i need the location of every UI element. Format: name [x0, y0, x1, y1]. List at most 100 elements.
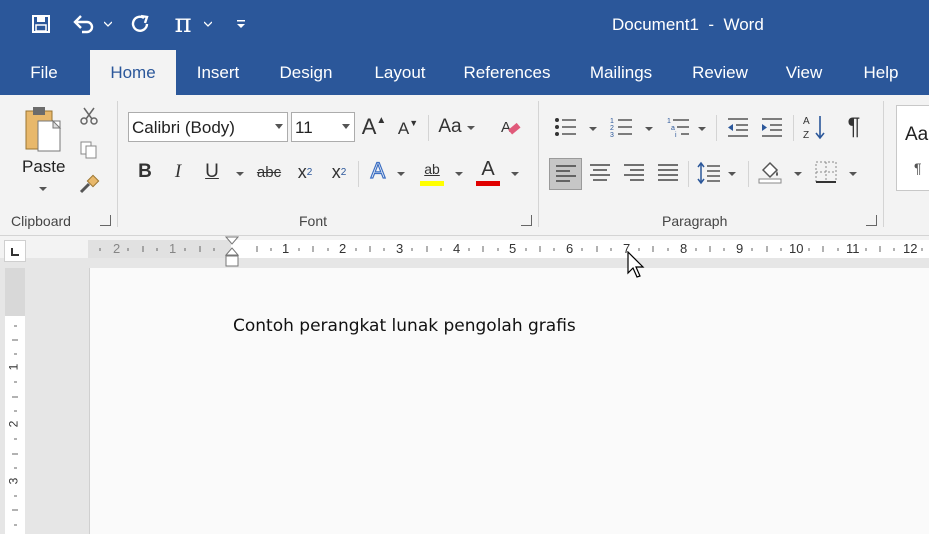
tab-view[interactable]: View	[776, 50, 832, 95]
cut-icon[interactable]	[78, 105, 100, 127]
font-color-dropdown-icon[interactable]	[511, 172, 519, 176]
increase-indent-icon[interactable]	[760, 115, 784, 139]
clear-formatting-icon[interactable]: A	[498, 115, 524, 141]
customize-qat-icon[interactable]	[233, 10, 249, 38]
tab-stop-icon-base	[11, 254, 19, 256]
undo-dropdown-icon[interactable]	[101, 10, 115, 38]
shrink-font-icon: A	[397, 119, 410, 138]
svg-text:Z: Z	[803, 130, 809, 141]
vertical-ruler-ticks	[12, 325, 18, 526]
divider	[793, 115, 794, 141]
italic-button[interactable]: I	[168, 159, 188, 185]
text-effects-button[interactable]: A	[366, 157, 390, 185]
font-size-value: 11	[295, 118, 313, 137]
bold-button[interactable]: B	[134, 159, 156, 185]
styles-gallery[interactable]: Aa ¶	[896, 105, 929, 191]
numbering-dropdown-icon[interactable]	[645, 127, 653, 131]
subscript-x: x	[297, 161, 307, 182]
svg-text:2: 2	[610, 125, 614, 132]
tab-insert[interactable]: Insert	[186, 50, 250, 95]
redo-icon[interactable]	[126, 10, 154, 38]
multilevel-dropdown-icon[interactable]	[698, 127, 706, 131]
undo-icon[interactable]	[70, 10, 98, 38]
change-case-dropdown-icon[interactable]	[467, 126, 475, 130]
line-spacing-dropdown-icon[interactable]	[728, 172, 736, 176]
font-name-value: Calibri (Body)	[132, 118, 235, 137]
paste-icon[interactable]	[18, 103, 68, 159]
align-left-button[interactable]	[549, 158, 582, 190]
ruler-ticks	[99, 246, 923, 252]
svg-text:A: A	[803, 116, 810, 127]
copy-icon[interactable]	[78, 139, 100, 161]
svg-text:a: a	[671, 125, 675, 132]
font-color-swatch	[476, 181, 500, 186]
group-divider	[117, 101, 118, 227]
tab-help[interactable]: Help	[852, 50, 910, 95]
divider	[716, 115, 717, 141]
underline-button[interactable]: U	[201, 159, 223, 185]
text-effects-dropdown-icon[interactable]	[397, 172, 405, 176]
svg-text:3: 3	[610, 132, 614, 138]
grow-font-button[interactable]: A ▲	[361, 113, 387, 141]
change-case-button[interactable]: Aa	[436, 115, 464, 139]
font-size-combo[interactable]: 11	[291, 112, 355, 142]
bullets-dropdown-icon[interactable]	[589, 127, 597, 131]
equation-dropdown-icon[interactable]	[201, 10, 215, 38]
font-color-button[interactable]: A	[476, 157, 500, 181]
font-group-label: Font	[299, 213, 328, 229]
save-icon[interactable]	[28, 10, 54, 38]
tab-review[interactable]: Review	[683, 50, 757, 95]
tab-references[interactable]: References	[456, 50, 558, 95]
borders-dropdown-icon[interactable]	[849, 172, 857, 176]
style-pilcrow: ¶	[914, 160, 922, 176]
numbering-icon[interactable]: 123	[609, 115, 635, 139]
superscript-button[interactable]: x2	[326, 159, 352, 185]
format-painter-icon[interactable]	[78, 173, 102, 195]
superscript-x: x	[331, 161, 341, 182]
grow-font-icon: A	[361, 114, 377, 139]
indent-markers[interactable]	[224, 236, 240, 268]
tab-home[interactable]: Home	[90, 50, 176, 95]
underline-dropdown-icon[interactable]	[236, 172, 244, 176]
align-right-button[interactable]	[622, 159, 646, 187]
multilevel-list-icon[interactable]: 1ai	[666, 115, 692, 139]
clipboard-group-label: Clipboard	[11, 213, 71, 229]
subscript-button[interactable]: x2	[292, 159, 318, 185]
sort-icon[interactable]: AZ	[803, 113, 827, 141]
align-center-button[interactable]	[588, 159, 612, 187]
shading-dropdown-icon[interactable]	[794, 172, 802, 176]
bullets-icon[interactable]	[553, 115, 579, 139]
font-launcher-icon[interactable]	[521, 215, 532, 226]
tab-selector[interactable]	[4, 240, 26, 262]
strikethrough-button[interactable]: abc	[254, 159, 284, 185]
divider	[358, 161, 359, 187]
paste-dropdown-icon[interactable]	[39, 187, 47, 191]
paste-label[interactable]: Paste	[22, 157, 65, 177]
highlight-button[interactable]: ab	[419, 157, 445, 181]
document-page[interactable]: Contoh perangkat lunak pengolah grafis	[89, 268, 929, 534]
borders-icon[interactable]	[814, 159, 838, 185]
ribbon: Paste Clipboard Calibri (Body) 11 A ▲ A ▼ …	[0, 95, 929, 236]
tab-file[interactable]: File	[18, 50, 70, 95]
group-divider	[538, 101, 539, 227]
justify-button[interactable]	[656, 159, 680, 187]
highlight-dropdown-icon[interactable]	[455, 172, 463, 176]
clipboard-launcher-icon[interactable]	[100, 215, 111, 226]
font-name-combo[interactable]: Calibri (Body)	[128, 112, 288, 142]
document-body-text[interactable]: Contoh perangkat lunak pengolah grafis	[233, 316, 576, 336]
show-formatting-marks-button[interactable]: ¶	[842, 113, 866, 141]
svg-text:1: 1	[667, 118, 671, 125]
shading-icon[interactable]	[756, 157, 784, 185]
tab-mailings[interactable]: Mailings	[578, 50, 664, 95]
tab-layout[interactable]: Layout	[362, 50, 438, 95]
chevron-down-icon	[342, 124, 350, 129]
shrink-font-button[interactable]: A ▼	[396, 117, 420, 141]
paragraph-launcher-icon[interactable]	[866, 215, 877, 226]
line-spacing-icon[interactable]	[696, 159, 722, 187]
decrease-indent-icon[interactable]	[726, 115, 750, 139]
equation-icon[interactable]: π	[170, 9, 196, 39]
divider	[688, 161, 689, 187]
tab-design[interactable]: Design	[268, 50, 344, 95]
svg-text:A: A	[501, 119, 511, 136]
mouse-cursor-icon	[627, 251, 645, 278]
